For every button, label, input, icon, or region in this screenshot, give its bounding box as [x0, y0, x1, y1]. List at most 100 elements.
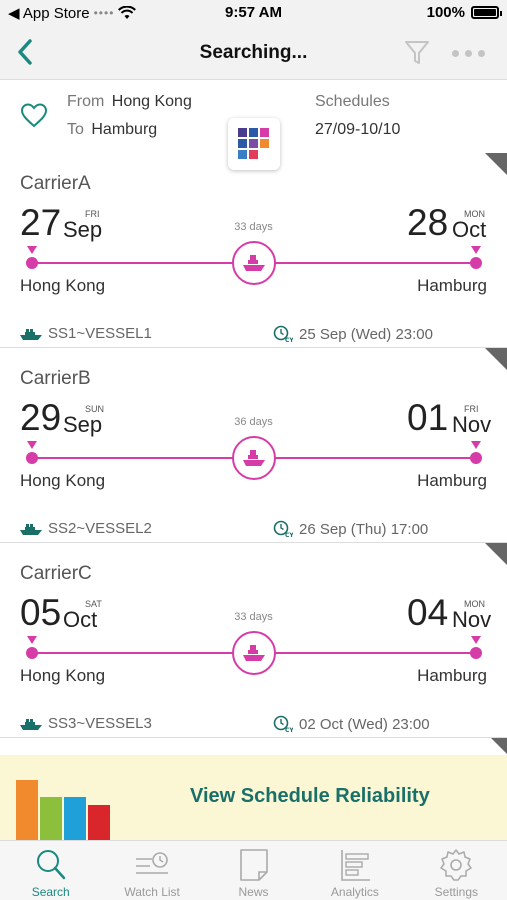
svg-text:CY: CY	[285, 532, 293, 538]
banner-chart-bar	[64, 797, 86, 840]
schedule-card[interactable]: CarrierB 29 SUN Sep 36 days 01 FRI Nov H…	[0, 348, 507, 543]
origin-dot	[26, 647, 38, 659]
tab-search[interactable]: Search	[0, 841, 101, 900]
vessel-info: SS1~VESSEL1	[20, 325, 152, 342]
vessel-icon	[20, 328, 42, 340]
status-bar: ◀ App Store •••• 9:57 AM 100%	[0, 0, 507, 26]
cutoff-time: 25 Sep (Wed) 23:00	[299, 325, 433, 343]
arrival-marker-icon	[471, 246, 481, 254]
arrival-month: Oct	[452, 217, 487, 242]
arrival-date: 01 FRI Nov	[407, 397, 492, 438]
favorite-heart-icon[interactable]	[20, 102, 48, 128]
to-label: To	[67, 121, 84, 138]
status-right: 100%	[426, 4, 502, 21]
tab-watch-list[interactable]: Watch List	[101, 841, 202, 900]
origin-dot	[26, 257, 38, 269]
tab-settings[interactable]: Settings	[406, 841, 507, 900]
from-label: From	[67, 93, 105, 110]
tab-news[interactable]: News	[203, 841, 304, 900]
schedule-card-partial[interactable]	[0, 738, 507, 756]
battery-icon	[471, 6, 502, 19]
departure-marker-icon	[27, 636, 37, 644]
arrival-day: 04	[407, 592, 449, 633]
banner-text[interactable]: View Schedule Reliability	[190, 785, 430, 808]
destination-port: Hamburg	[417, 471, 487, 490]
origin-port: Hong Kong	[20, 276, 106, 295]
cutoff-time: 02 Oct (Wed) 23:00	[299, 715, 430, 733]
origin-port: Hong Kong	[20, 666, 106, 685]
ship-icon	[232, 241, 276, 285]
tab-bar: Search Watch List News Analytics Setting…	[0, 840, 507, 900]
origin-dot	[26, 452, 38, 464]
app-logo-icon	[228, 118, 280, 170]
ship-icon	[232, 436, 276, 480]
arrival-date: 04 MON Nov	[407, 592, 492, 633]
tab-label: Watch List	[124, 885, 180, 899]
schedule-card[interactable]: CarrierC 05 SAT Oct 33 days 04 MON Nov H…	[0, 543, 507, 738]
banner-chart-bar	[40, 797, 62, 840]
carrier-name: CarrierA	[20, 173, 91, 194]
vessel-icon	[20, 523, 42, 535]
settings-icon	[440, 849, 473, 881]
destination-city: Hamburg	[91, 121, 158, 138]
banner-chart-bar	[16, 780, 38, 840]
arrival-day: 28	[407, 202, 449, 243]
tab-analytics[interactable]: Analytics	[304, 841, 405, 900]
departure-marker-icon	[27, 246, 37, 254]
arrival-month: Nov	[452, 607, 492, 632]
carrier-name: CarrierC	[20, 563, 92, 584]
vessel-info: SS2~VESSEL2	[20, 520, 152, 537]
destination-dot	[470, 647, 482, 659]
vessel-name: SS2~VESSEL2	[48, 520, 152, 537]
schedules-range: 27/09-10/10	[315, 121, 401, 138]
carrier-name: CarrierB	[20, 368, 91, 389]
vessel-info: SS3~VESSEL3	[20, 715, 152, 732]
tab-label: Search	[31, 885, 70, 899]
origin-port: Hong Kong	[20, 471, 106, 490]
ship-icon	[232, 631, 276, 675]
vessel-name: SS3~VESSEL3	[48, 715, 152, 732]
card-corner-marker	[485, 348, 507, 370]
cutoff-info: CY 02 Oct (Wed) 23:00	[273, 715, 430, 733]
svg-text:CY: CY	[285, 337, 293, 343]
tab-label: Settings	[434, 885, 478, 899]
arrival-date: 28 MON Oct	[407, 203, 489, 243]
route-summary: From Hong Kong To Hamburg Schedules 27/0…	[0, 80, 507, 170]
analytics-icon	[341, 850, 370, 881]
cargo-cutoff-clock-icon: CY	[273, 325, 293, 343]
origin-city: Hong Kong	[111, 93, 192, 110]
schedules-label: Schedules	[315, 93, 390, 110]
vessel-icon	[20, 718, 42, 730]
battery-percent: 100%	[426, 4, 465, 21]
card-corner-marker	[485, 153, 507, 175]
destination-port: Hamburg	[417, 276, 487, 295]
arrival-marker-icon	[471, 636, 481, 644]
watch-list-icon	[136, 852, 169, 874]
more-options-icon[interactable]	[452, 50, 485, 57]
svg-text:CY: CY	[285, 727, 293, 733]
schedule-reliability-banner[interactable]: View Schedule Reliability	[0, 755, 507, 840]
destination-dot	[470, 257, 482, 269]
schedule-card[interactable]: CarrierA 27 FRI Sep 33 days 28 MON Oct H…	[0, 153, 507, 348]
arrival-marker-icon	[471, 441, 481, 449]
cutoff-time: 26 Sep (Thu) 17:00	[299, 520, 429, 538]
banner-chart-bar	[88, 805, 110, 840]
cutoff-info: CY 25 Sep (Wed) 23:00	[273, 325, 433, 343]
origin-row: From Hong Kong	[67, 93, 192, 111]
cargo-cutoff-clock-icon: CY	[273, 715, 293, 733]
arrival-day: 01	[407, 397, 449, 438]
search-icon	[36, 850, 65, 880]
departure-marker-icon	[27, 441, 37, 449]
cargo-cutoff-clock-icon: CY	[273, 520, 293, 538]
nav-bar: Searching...	[0, 26, 507, 80]
arrival-month: Nov	[452, 412, 492, 437]
tab-label: Analytics	[330, 885, 379, 899]
destination-row: To Hamburg	[67, 121, 157, 139]
tab-label: News	[238, 885, 269, 899]
filter-icon[interactable]	[403, 38, 431, 66]
vessel-name: SS1~VESSEL1	[48, 325, 152, 342]
card-corner-marker	[491, 738, 507, 754]
card-corner-marker	[485, 543, 507, 565]
news-icon	[239, 849, 268, 881]
destination-port: Hamburg	[417, 666, 487, 685]
